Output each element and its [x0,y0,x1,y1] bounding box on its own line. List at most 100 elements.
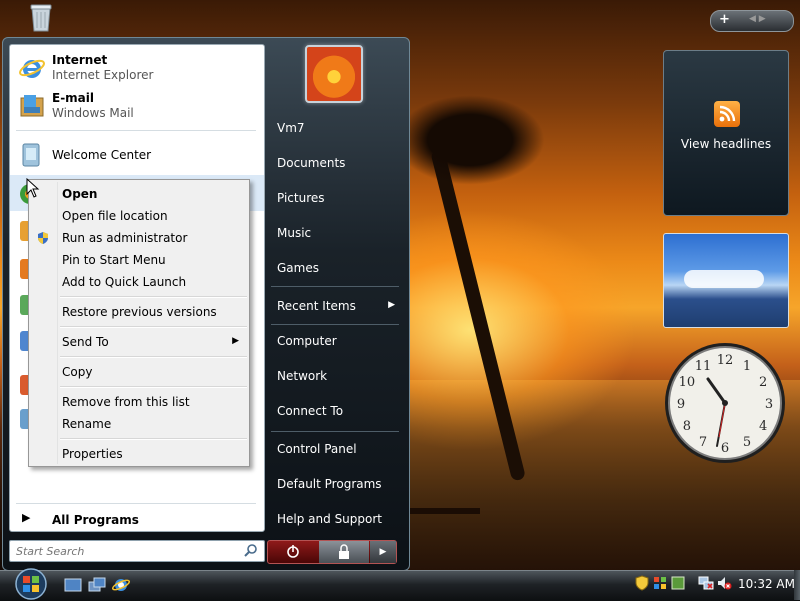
ctx-properties[interactable]: Properties [31,443,247,465]
right-item-label: Help and Support [277,512,382,526]
right-item-default-programs[interactable]: Default Programs [269,470,401,500]
windows-logo-icon [15,568,47,600]
ctx-run-as-administrator[interactable]: Run as administrator [31,227,247,249]
pinned-internet-title: Internet [52,53,108,67]
right-item-computer[interactable]: Computer [269,327,401,357]
ctx-open[interactable]: Open [31,183,247,205]
clock-number: 8 [683,419,691,434]
gadget-navigation-icon[interactable]: ◀ ▶ [749,14,766,24]
ctx-separator [60,356,247,358]
clock-number: 3 [765,397,773,412]
power-button[interactable] [268,541,318,563]
clock-number: 7 [699,435,707,450]
feed-headlines-gadget[interactable]: View headlines [663,50,789,216]
ctx-restore-previous-versions[interactable]: Restore previous versions [31,301,247,323]
clock-number: 5 [743,435,751,450]
clock-number: 1 [743,359,751,374]
welcome-center-icon [18,141,44,169]
ctx-copy[interactable]: Copy [31,361,247,383]
right-item-user[interactable]: Vm7 [269,114,401,144]
all-programs-label: All Programs [52,513,139,527]
feed-headlines-label: View headlines [680,137,772,151]
clock-gadget[interactable]: 12 1 2 3 4 5 6 7 8 9 10 11 [663,341,787,465]
pinned-separator [16,130,256,131]
network-icon[interactable] [698,575,714,591]
recent-welcome-center-label: Welcome Center [52,148,152,162]
right-item-help-and-support[interactable]: Help and Support [269,505,401,535]
sidebar-tray-icon[interactable] [670,575,686,591]
pinned-email-subtitle: Windows Mail [52,106,134,120]
add-gadget-icon[interactable]: + [719,12,730,27]
pinned-email-title: E-mail [52,91,95,105]
right-item-control-panel[interactable]: Control Panel [269,435,401,465]
right-separator [271,286,399,287]
ctx-rename[interactable]: Rename [31,413,247,435]
ctx-item-label: Properties [62,447,123,461]
ctx-add-to-quick-launch[interactable]: Add to Quick Launch [31,271,247,293]
right-item-label: Documents [277,156,346,170]
rss-feed-icon [714,101,740,127]
user-picture[interactable] [305,45,363,103]
clock-number: 6 [721,441,729,456]
clock-number: 10 [679,375,696,390]
right-item-label: Music [277,226,312,240]
power-icon [287,545,299,558]
right-item-label: Computer [277,334,337,348]
right-item-connect-to[interactable]: Connect To [269,397,401,427]
windows-mail-icon [18,92,46,120]
slideshow-gadget[interactable] [663,233,789,328]
clock-number: 4 [759,419,767,434]
pier [410,508,480,514]
palm-fronds [395,95,545,185]
pinned-internet-subtitle: Internet Explorer [52,68,154,82]
right-separator [271,324,399,325]
ctx-open-file-location[interactable]: Open file location [31,205,247,227]
ctx-separator [60,326,247,328]
ctx-item-label: Run as administrator [62,231,188,245]
right-item-documents[interactable]: Documents [269,149,401,179]
ctx-send-to[interactable]: Send To ▶ [31,331,247,353]
pinned-internet[interactable]: Internet Internet Explorer [10,51,264,87]
right-item-label: Default Programs [277,477,382,491]
right-item-user-label: Vm7 [277,121,305,135]
search-icon[interactable] [244,543,258,557]
show-desktop-icon[interactable] [64,577,82,593]
right-item-music[interactable]: Music [269,219,401,249]
windows-update-icon[interactable] [652,575,668,591]
start-search-box[interactable] [9,540,265,562]
start-search-input[interactable] [10,541,246,561]
ctx-remove-from-list[interactable]: Remove from this list [31,391,247,413]
volume-muted-icon[interactable] [716,575,732,591]
submenu-arrow-icon: ▶ [232,336,239,346]
clock-number: 11 [695,359,712,374]
start-button[interactable] [12,568,50,600]
mouse-cursor-icon [26,178,40,198]
right-item-network[interactable]: Network [269,362,401,392]
security-shield-icon[interactable] [634,575,650,591]
lock-button[interactable] [319,541,369,563]
ctx-separator [60,438,247,440]
right-item-games[interactable]: Games [269,254,401,284]
ctx-pin-to-start-menu[interactable]: Pin to Start Menu [31,249,247,271]
right-item-recent-items[interactable]: Recent Items ▶ [269,292,401,322]
sidebar-controls: + ◀ ▶ [710,10,794,32]
clock-number: 9 [677,397,685,412]
pinned-email[interactable]: E-mail Windows Mail [10,89,264,125]
power-buttons: ▶ [267,540,397,564]
right-item-pictures[interactable]: Pictures [269,184,401,214]
recent-welcome-center[interactable]: Welcome Center [10,137,264,173]
all-programs-button[interactable]: ▶ All Programs [10,509,264,531]
taskbar-clock[interactable]: 10:32 AM [738,577,795,591]
show-desktop-button[interactable] [794,570,800,600]
ctx-separator [60,386,247,388]
right-item-label: Control Panel [277,442,357,456]
shutdown-options-button[interactable]: ▶ [370,541,396,563]
recycle-bin-icon[interactable] [28,2,54,32]
right-item-label: Pictures [277,191,325,205]
switch-windows-icon[interactable] [88,577,106,593]
internet-explorer-icon[interactable] [111,577,131,593]
lock-icon [339,544,349,559]
all-programs-separator [16,503,256,504]
ctx-item-label: Remove from this list [62,395,190,409]
ctx-item-label: Send To [62,335,109,349]
